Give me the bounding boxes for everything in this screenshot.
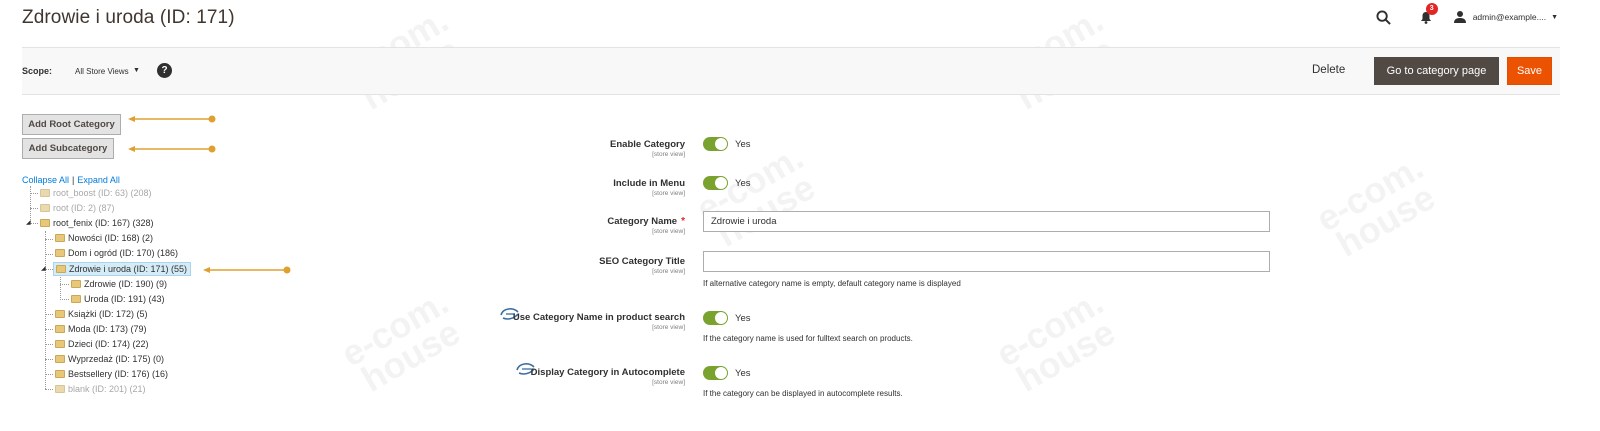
tree-node[interactable]: root (ID: 2) (87) — [40, 202, 115, 215]
go-to-category-page-button[interactable]: Go to category page — [1374, 57, 1499, 85]
store-view-scope: [store view] — [652, 268, 685, 275]
save-button[interactable]: Save — [1507, 57, 1552, 85]
folder-icon — [40, 219, 50, 227]
folder-icon — [55, 355, 65, 363]
page-title: Zdrowie i uroda (ID: 171) — [22, 7, 235, 28]
display-in-autocomplete-label: Display Category in Autocomplete — [530, 367, 685, 378]
user-menu[interactable]: admin@example.... — [1473, 12, 1546, 22]
scope-switcher[interactable]: All Store Views — [75, 67, 129, 76]
seo-category-title-label: SEO Category Title — [599, 256, 685, 267]
chevron-down-icon[interactable]: ▼ — [1551, 14, 1558, 21]
watermark: e-com.house — [989, 280, 1122, 401]
tree-node[interactable]: Wyprzedaż (ID: 175) (0) — [55, 353, 164, 366]
folder-icon — [71, 295, 81, 303]
use-name-in-search-label: Use Category Name in product search — [512, 312, 685, 323]
folder-icon — [55, 249, 65, 257]
tree-node[interactable]: blank (ID: 201) (21) — [55, 383, 146, 396]
folder-icon — [40, 189, 50, 197]
add-root-category-button[interactable]: Add Root Category — [22, 114, 121, 135]
tree-node-selected[interactable]: Zdrowie i uroda (ID: 171) (55) — [53, 262, 192, 276]
separator: | — [72, 175, 75, 185]
scope-label: Scope: — [22, 66, 53, 76]
delete-button[interactable]: Delete — [1312, 64, 1345, 76]
tree-node[interactable]: Moda (ID: 173) (79) — [55, 323, 147, 336]
tree-node[interactable]: root_boost (ID: 63) (208) — [40, 187, 152, 200]
autocomplete-note: If the category can be displayed in auto… — [703, 389, 903, 398]
search-icon[interactable] — [1375, 8, 1393, 26]
tree-node[interactable]: root_fenix (ID: 167) (328) — [40, 217, 154, 230]
collapse-all-link[interactable]: Collapse All — [22, 175, 69, 185]
tree-node[interactable]: Zdrowie (ID: 190) (9) — [71, 278, 167, 291]
tree-expand-toggle[interactable]: ◢ — [26, 219, 31, 226]
enable-category-value: Yes — [735, 139, 751, 150]
include-in-menu-value: Yes — [735, 178, 751, 189]
watermark: e-com.house — [334, 280, 467, 401]
category-name-input[interactable]: Zdrowie i uroda — [703, 211, 1270, 232]
header-actions: 3 admin@example.... ▼ — [1375, 3, 1558, 27]
add-subcategory-button[interactable]: Add Subcategory — [22, 138, 114, 159]
chevron-down-icon[interactable]: ▼ — [133, 67, 140, 74]
folder-icon — [40, 204, 50, 212]
watermark: e-com.house — [1309, 145, 1442, 266]
notifications-button[interactable]: 3 — [1417, 3, 1438, 26]
tree-node[interactable]: Bestsellery (ID: 176) (16) — [55, 368, 168, 381]
folder-icon — [56, 265, 66, 273]
enable-category-toggle[interactable] — [703, 137, 728, 151]
display-in-autocomplete-toggle[interactable] — [703, 366, 728, 380]
notifications-badge: 3 — [1425, 3, 1438, 15]
store-view-scope: [store view] — [652, 190, 685, 197]
tree-node[interactable]: Uroda (ID: 191) (43) — [71, 293, 165, 306]
enable-category-label: Enable Category — [610, 139, 685, 150]
tree-node[interactable]: Dzieci (ID: 174) (22) — [55, 338, 149, 351]
folder-icon — [55, 325, 65, 333]
category-name-label: Category Name * — [607, 216, 685, 227]
search-note: If the category name is used for fulltex… — [703, 334, 913, 343]
store-view-scope: [store view] — [652, 228, 685, 235]
annotation-arrow — [128, 145, 216, 153]
folder-icon — [55, 340, 65, 348]
display-in-autocomplete-value: Yes — [735, 368, 751, 379]
help-icon[interactable]: ? — [157, 63, 172, 78]
category-edit-page: e-com. house e-com. house e-com. house e-co… — [0, 0, 1600, 431]
folder-icon — [71, 280, 81, 288]
category-tree: ◢ ◢ root_boost (ID: 63) (208) root (ID: … — [24, 186, 264, 396]
seo-category-title-input[interactable] — [703, 251, 1270, 272]
tree-node[interactable]: Dom i ogród (ID: 170) (186) — [55, 247, 178, 260]
tree-expand-toggle[interactable]: ◢ — [41, 265, 46, 272]
annotation-arrow — [128, 115, 216, 123]
expand-all-link[interactable]: Expand All — [77, 175, 120, 185]
scope-toolbar: Scope: All Store Views ▼ ? Delete Go to … — [22, 47, 1560, 95]
seo-title-note: If alternative category name is empty, d… — [703, 279, 961, 288]
tree-node[interactable]: Nowości (ID: 168) (2) — [55, 232, 153, 245]
tree-node[interactable]: Książki (ID: 172) (5) — [55, 308, 148, 321]
use-name-in-search-toggle[interactable] — [703, 311, 728, 325]
include-in-menu-toggle[interactable] — [703, 176, 728, 190]
use-name-in-search-value: Yes — [735, 313, 751, 324]
folder-icon — [55, 370, 65, 378]
user-icon — [1453, 11, 1466, 23]
folder-icon — [55, 234, 65, 242]
watermark: e-com.house — [689, 135, 822, 255]
required-marker: * — [681, 216, 685, 227]
folder-icon — [55, 385, 65, 393]
folder-icon — [55, 310, 65, 318]
store-view-scope: [store view] — [652, 151, 685, 158]
include-in-menu-label: Include in Menu — [613, 178, 685, 189]
tree-controls: Collapse All | Expand All — [22, 175, 120, 185]
store-view-scope: [store view] — [652, 324, 685, 331]
store-view-scope: [store view] — [652, 379, 685, 386]
